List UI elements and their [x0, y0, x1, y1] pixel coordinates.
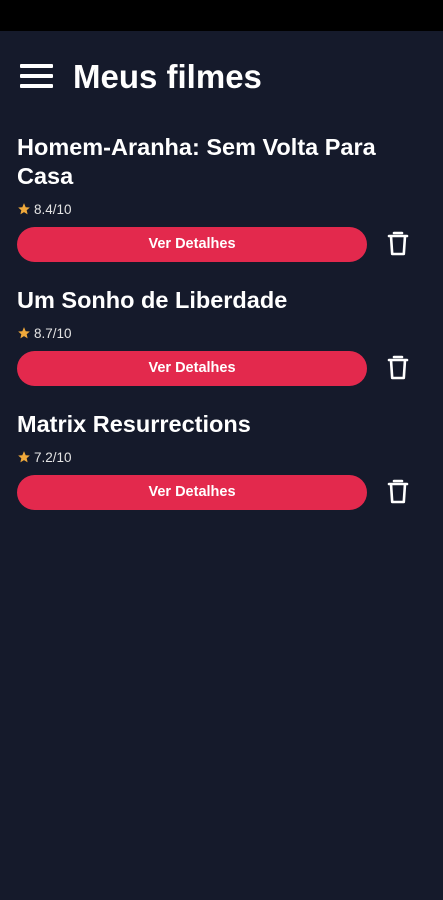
movie-item: Um Sonho de Liberdade 8.7/10 Ver Detalhe… — [0, 286, 443, 386]
trash-icon[interactable] — [386, 229, 410, 259]
trash-icon[interactable] — [386, 477, 410, 507]
action-row: Ver Detalhes — [17, 226, 426, 262]
movie-title: Homem-Aranha: Sem Volta Para Casa — [17, 134, 376, 189]
page-title: Meus filmes — [73, 58, 262, 95]
star-icon — [17, 450, 31, 464]
rating-value: 8.4/10 — [34, 201, 72, 217]
status-bar — [0, 0, 443, 31]
rating-value: 8.7/10 — [34, 325, 72, 341]
movie-item: Matrix Resurrections 7.2/10 Ver Detalhes — [0, 410, 443, 510]
menu-line — [20, 84, 53, 88]
rating-row: 7.2/10 — [17, 449, 426, 465]
view-details-button[interactable]: Ver Detalhes — [17, 350, 367, 386]
rating-value: 7.2/10 — [34, 449, 72, 465]
menu-line — [20, 64, 53, 68]
rating-row: 8.7/10 — [17, 325, 426, 341]
action-row: Ver Detalhes — [17, 350, 426, 386]
movie-title: Matrix Resurrections — [17, 411, 251, 437]
movie-list: Homem-Aranha: Sem Volta Para Casa 8.4/10… — [0, 133, 443, 534]
movie-title: Um Sonho de Liberdade — [17, 287, 288, 313]
app-bar: Meus filmes — [0, 31, 443, 119]
star-icon — [17, 202, 31, 216]
action-row: Ver Detalhes — [17, 474, 426, 510]
star-icon — [17, 326, 31, 340]
menu-line — [20, 74, 53, 78]
trash-icon[interactable] — [386, 353, 410, 383]
movie-item: Homem-Aranha: Sem Volta Para Casa 8.4/10… — [0, 133, 443, 262]
hamburger-menu-icon[interactable] — [19, 62, 55, 90]
rating-row: 8.4/10 — [17, 201, 426, 217]
view-details-button[interactable]: Ver Detalhes — [17, 474, 367, 510]
view-details-button[interactable]: Ver Detalhes — [17, 226, 367, 262]
